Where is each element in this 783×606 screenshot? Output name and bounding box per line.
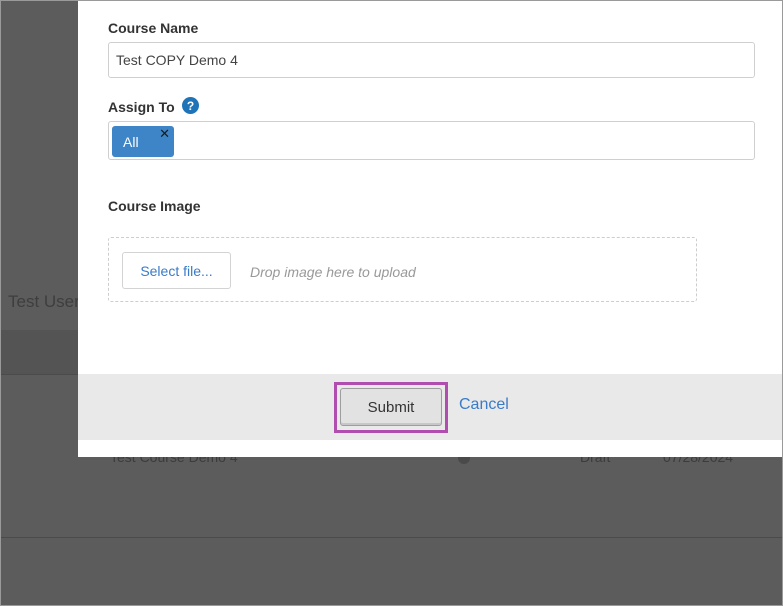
edit-course-modal: Course Name Assign To ? All ✕ Course Ima…: [78, 0, 783, 457]
select-file-button[interactable]: Select file...: [122, 252, 231, 289]
cancel-link[interactable]: Cancel: [459, 396, 509, 414]
assign-tag-label: All: [123, 134, 139, 150]
modal-footer: Submit Cancel: [78, 374, 783, 440]
assign-tag-all: All ✕: [112, 126, 174, 157]
background-user-text: Test User: [8, 292, 80, 311]
assign-to-label: Assign To: [108, 99, 175, 115]
background-divider: [0, 537, 783, 538]
close-icon[interactable]: ✕: [159, 127, 170, 141]
image-dropzone[interactable]: Select file... Drop image here to upload: [108, 237, 697, 302]
course-name-input[interactable]: [108, 42, 755, 78]
drop-hint: Drop image here to upload: [250, 264, 416, 280]
course-image-label: Course Image: [108, 198, 201, 214]
submit-button[interactable]: Submit: [340, 388, 442, 426]
help-icon[interactable]: ?: [182, 97, 199, 114]
assign-to-field[interactable]: All ✕: [108, 121, 755, 160]
course-name-label: Course Name: [108, 20, 199, 36]
